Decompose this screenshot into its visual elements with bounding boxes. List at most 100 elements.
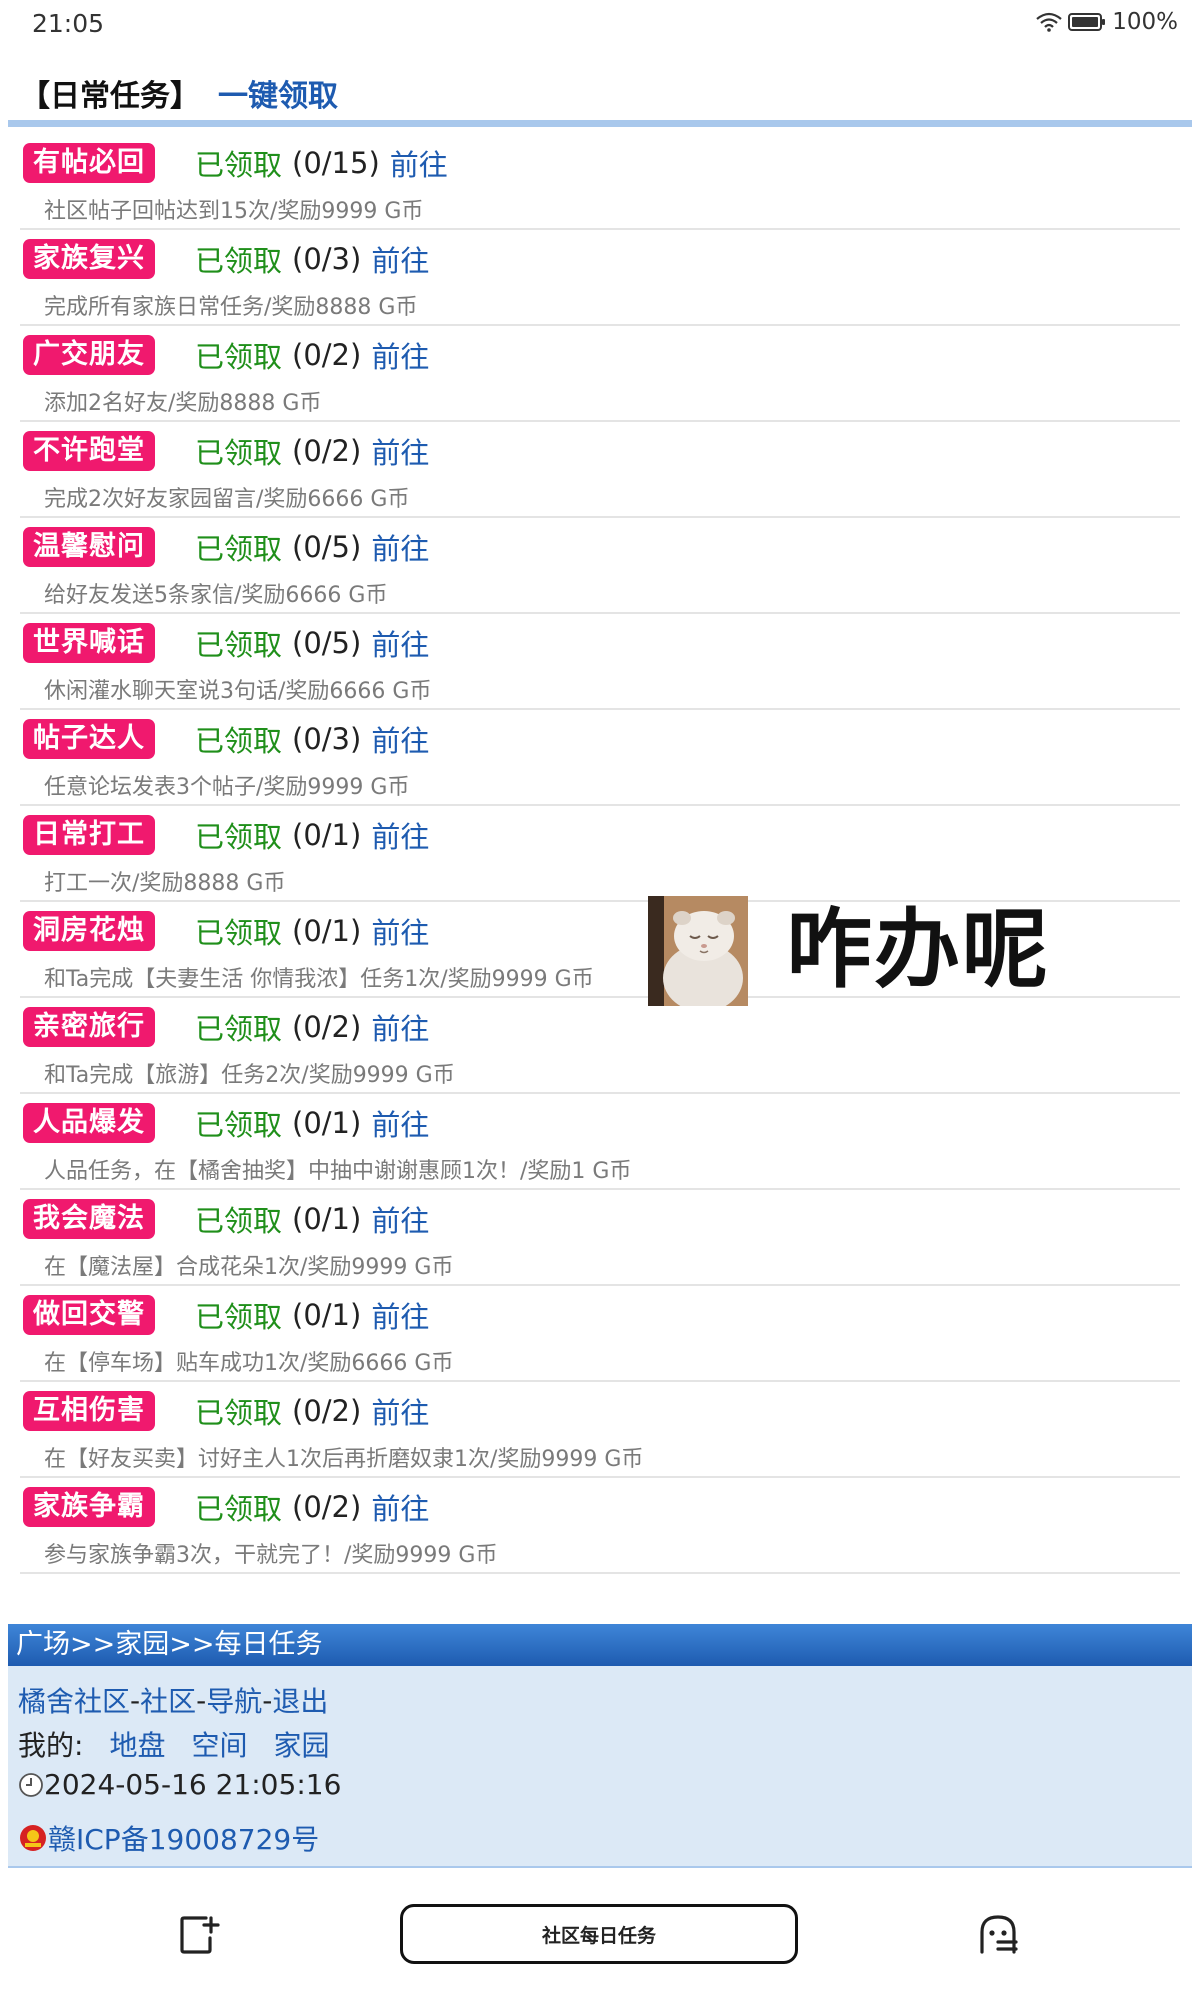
task-item: 日常打工 已领取 (0/1) 前往 打工一次/奖励8888 G币 — [20, 806, 1180, 902]
task-name-badge: 我会魔法 — [23, 1199, 155, 1239]
task-progress: (0/1) — [292, 1106, 362, 1140]
task-name-badge: 广交朋友 — [23, 335, 155, 375]
task-progress: (0/2) — [292, 1490, 362, 1524]
icp-row: 赣ICP备19008729号 — [18, 1818, 319, 1858]
task-description: 给好友发送5条家信/奖励6666 G币 — [44, 583, 388, 608]
task-status: 已领取 — [195, 148, 283, 182]
battery-level: 100% — [1112, 9, 1178, 35]
task-description: 添加2名好友/奖励8888 G币 — [44, 391, 322, 416]
task-description: 任意论坛发表3个帖子/奖励9999 G币 — [44, 775, 410, 800]
breadcrumb: 广场>>家园>>每日任务 — [8, 1624, 1192, 1666]
task-list: 有帖必回 已领取 (0/15) 前往 社区帖子回帖达到15次/奖励9999 G币… — [20, 134, 1180, 1574]
my-label: 我的: — [18, 1729, 84, 1762]
datetime-row: 2024-05-16 21:05:16 — [18, 1768, 341, 1801]
task-status: 已领取 — [195, 1300, 283, 1334]
nav-community-home[interactable]: 橘舍社区 — [18, 1680, 130, 1720]
task-name-badge: 不许跑堂 — [23, 431, 155, 471]
task-description: 打工一次/奖励8888 G币 — [44, 871, 286, 896]
task-progress: (0/5) — [292, 530, 362, 564]
task-go-link[interactable]: 前往 — [371, 622, 429, 664]
task-progress: (0/2) — [292, 1394, 362, 1428]
task-name-badge: 亲密旅行 — [23, 1007, 155, 1047]
task-row: 家族争霸 已领取 (0/2) 前往 — [23, 1486, 429, 1528]
nav-community[interactable]: 社区 — [140, 1680, 196, 1720]
task-go-link[interactable]: 前往 — [371, 1198, 429, 1240]
header-divider — [8, 120, 1192, 127]
task-progress: (0/3) — [292, 722, 362, 756]
task-status: 已领取 — [195, 1492, 283, 1526]
task-go-link[interactable]: 前往 — [371, 1294, 429, 1336]
status-bar: 21:05 100% — [0, 0, 1200, 50]
task-go-link[interactable]: 前往 — [371, 1006, 429, 1048]
task-description: 参与家族争霸3次，干就完了！/奖励9999 G币 — [44, 1543, 498, 1568]
task-go-link[interactable]: 前往 — [390, 142, 448, 184]
task-item: 家族争霸 已领取 (0/2) 前往 参与家族争霸3次，干就完了！/奖励9999 … — [20, 1478, 1180, 1574]
task-header: 【日常任务】 一键领取 — [20, 70, 338, 116]
task-progress: (0/2) — [292, 338, 362, 372]
current-page-tab[interactable]: 社区每日任务 — [400, 1904, 798, 1964]
sticker-overlay: 咋办呢 — [648, 896, 1058, 1006]
task-go-link[interactable]: 前往 — [371, 1486, 429, 1528]
task-item: 亲密旅行 已领取 (0/2) 前往 和Ta完成【旅游】任务2次/奖励9999 G… — [20, 998, 1180, 1094]
task-status: 已领取 — [195, 1012, 283, 1046]
task-go-link[interactable]: 前往 — [371, 1390, 429, 1432]
task-status: 已领取 — [195, 916, 283, 950]
assistant-ghost-icon[interactable] — [976, 1912, 1020, 1956]
wifi-icon — [1036, 12, 1062, 32]
icp-link[interactable]: 赣ICP备19008729号 — [48, 1818, 319, 1858]
task-item: 我会魔法 已领取 (0/1) 前往 在【魔法屋】合成花朵1次/奖励9999 G币 — [20, 1190, 1180, 1286]
task-status: 已领取 — [195, 436, 283, 470]
task-status: 已领取 — [195, 1396, 283, 1430]
task-name-badge: 世界喊话 — [23, 623, 155, 663]
task-description: 社区帖子回帖达到15次/奖励9999 G币 — [44, 199, 424, 224]
task-go-link[interactable]: 前往 — [371, 334, 429, 376]
task-go-link[interactable]: 前往 — [371, 238, 429, 280]
task-description: 和Ta完成【旅游】任务2次/奖励9999 G币 — [44, 1063, 455, 1088]
task-go-link[interactable]: 前往 — [371, 430, 429, 472]
task-description: 人品任务，在【橘舍抽奖】中抽中谢谢惠顾1次！/奖励1 G币 — [44, 1159, 632, 1184]
task-description: 在【魔法屋】合成花朵1次/奖励9999 G币 — [44, 1255, 454, 1280]
task-go-link[interactable]: 前往 — [371, 910, 429, 952]
task-row: 人品爆发 已领取 (0/1) 前往 — [23, 1102, 429, 1144]
battery-icon — [1068, 13, 1106, 31]
task-progress: (0/15) — [292, 146, 380, 180]
bottom-nav: 社区每日任务 — [0, 1888, 1200, 2000]
task-name-badge: 做回交警 — [23, 1295, 155, 1335]
task-go-link[interactable]: 前往 — [371, 526, 429, 568]
task-progress: (0/1) — [292, 914, 362, 948]
task-status: 已领取 — [195, 340, 283, 374]
task-description: 完成所有家族日常任务/奖励8888 G币 — [44, 295, 418, 320]
my-space-link[interactable]: 空间 — [191, 1724, 247, 1764]
page-title: 【日常任务】 — [20, 79, 200, 114]
task-item: 帖子达人 已领取 (0/3) 前往 任意论坛发表3个帖子/奖励9999 G币 — [20, 710, 1180, 806]
sticker-caption: 咋办呢 — [786, 900, 1050, 1000]
task-item: 不许跑堂 已领取 (0/2) 前往 完成2次好友家园留言/奖励6666 G币 — [20, 422, 1180, 518]
task-row: 我会魔法 已领取 (0/1) 前往 — [23, 1198, 429, 1240]
nav-navigation[interactable]: 导航 — [206, 1680, 262, 1720]
nav-logout[interactable]: 退出 — [272, 1680, 328, 1720]
task-go-link[interactable]: 前往 — [371, 718, 429, 760]
status-indicators: 100% — [1036, 9, 1178, 35]
task-row: 有帖必回 已领取 (0/15) 前往 — [23, 142, 448, 184]
claim-all-link[interactable]: 一键领取 — [218, 71, 338, 115]
status-time: 21:05 — [32, 9, 105, 38]
datetime-text: 2024-05-16 21:05:16 — [44, 1768, 342, 1801]
task-item: 做回交警 已领取 (0/1) 前往 在【停车场】贴车成功1次/奖励6666 G币 — [20, 1286, 1180, 1382]
task-row: 家族复兴 已领取 (0/3) 前往 — [23, 238, 429, 280]
my-links: 我的: 地盘 空间 家园 — [18, 1724, 329, 1764]
task-go-link[interactable]: 前往 — [371, 1102, 429, 1144]
site-footer: 广场>>家园>>每日任务 橘舍社区 - 社区 - 导航 - 退出 我的: 地盘 空间 家园 … — [8, 1624, 1192, 1868]
new-window-icon[interactable] — [178, 1914, 220, 1956]
task-row: 世界喊话 已领取 (0/5) 前往 — [23, 622, 429, 664]
my-home-link[interactable]: 家园 — [273, 1724, 329, 1764]
task-row: 帖子达人 已领取 (0/3) 前往 — [23, 718, 429, 760]
national-emblem-icon — [20, 1825, 46, 1851]
task-go-link[interactable]: 前往 — [371, 814, 429, 856]
task-name-badge: 日常打工 — [23, 815, 155, 855]
task-progress: (0/2) — [292, 1010, 362, 1044]
footer-nav: 橘舍社区 - 社区 - 导航 - 退出 — [18, 1680, 328, 1720]
task-status: 已领取 — [195, 724, 283, 758]
clock-icon — [19, 1772, 43, 1797]
task-row: 亲密旅行 已领取 (0/2) 前往 — [23, 1006, 429, 1048]
my-territory-link[interactable]: 地盘 — [109, 1724, 165, 1764]
